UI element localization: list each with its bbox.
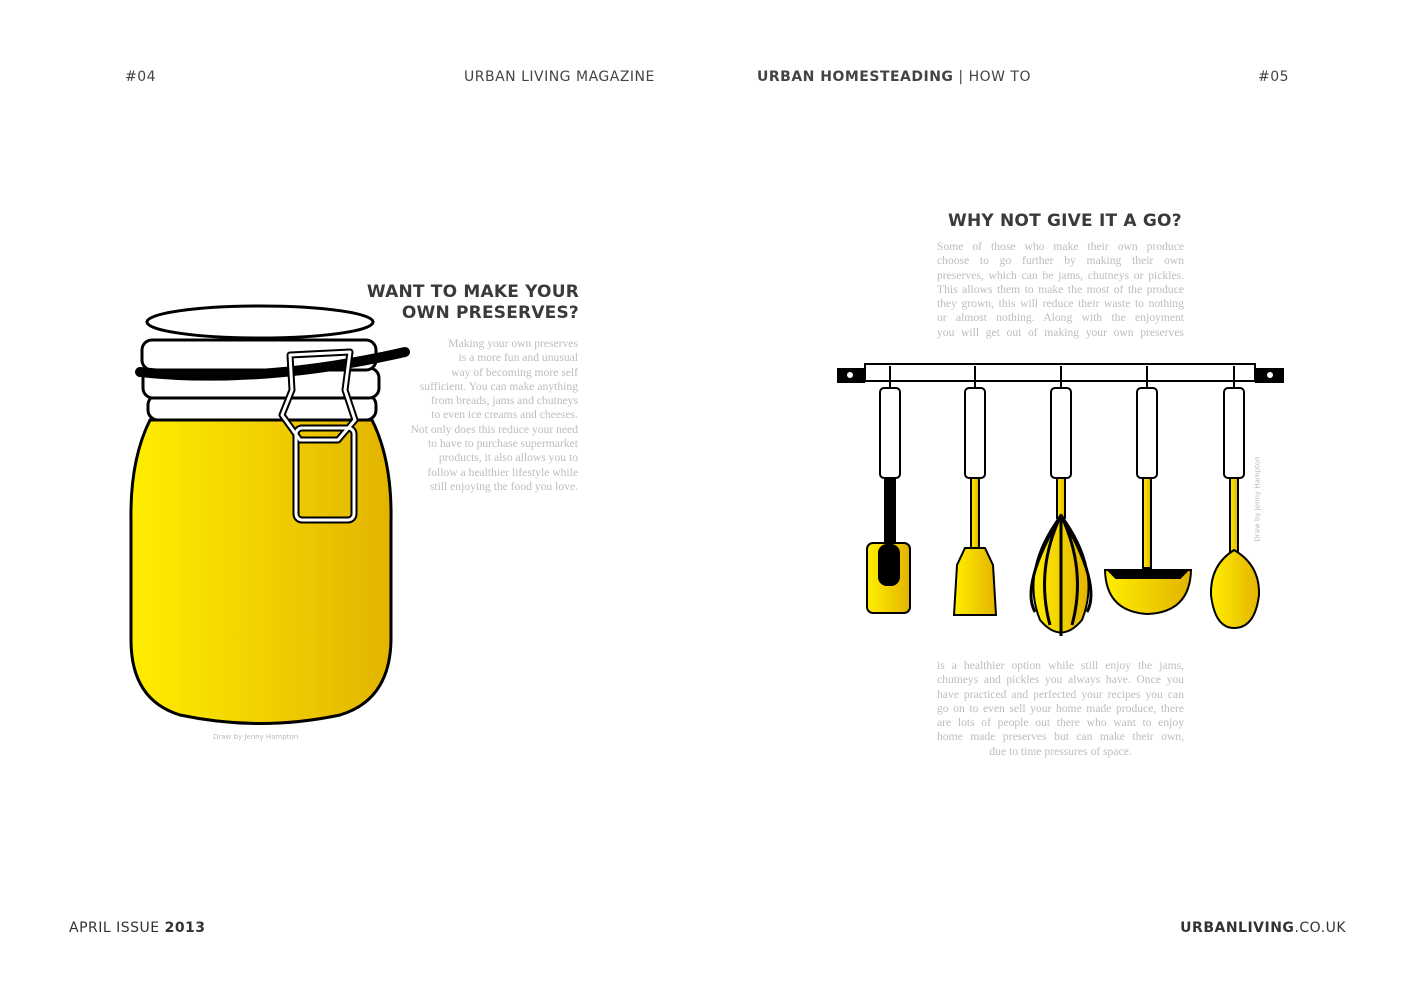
whisk: [1029, 477, 1093, 636]
utensils-credit: Draw by Jenny Hampton: [1253, 456, 1262, 542]
website: URBANLIVING.CO.UK: [1180, 920, 1346, 936]
issue-year: 2013: [164, 920, 206, 936]
ladle: [1103, 477, 1193, 616]
body-line: is a healthier option while still enjoy …: [937, 659, 1184, 672]
utensils-illustration: [837, 363, 1284, 636]
right-body-bottom: is a healthier option while still enjoy …: [937, 659, 1184, 759]
body-line: chutneys and pickles you always have. On…: [937, 673, 1184, 687]
website-name: URBANLIVING: [1180, 920, 1295, 936]
body-line: home made preserves but can make their o…: [937, 730, 1184, 744]
issue-date: APRIL ISSUE 2013: [69, 920, 206, 936]
body-line: are lots of people out there who want to…: [937, 716, 1184, 730]
body-line: have practiced and perfected your recipe…: [937, 687, 1184, 701]
body-line: due to time pressures of space.: [989, 744, 1132, 758]
issue-label: APRIL ISSUE: [69, 920, 165, 936]
spatula: [866, 477, 911, 614]
body-line: go on to even sell your home made produc…: [937, 701, 1184, 715]
spoon: [1209, 477, 1261, 630]
turner: [952, 477, 998, 616]
website-domain: .CO.UK: [1294, 920, 1346, 936]
